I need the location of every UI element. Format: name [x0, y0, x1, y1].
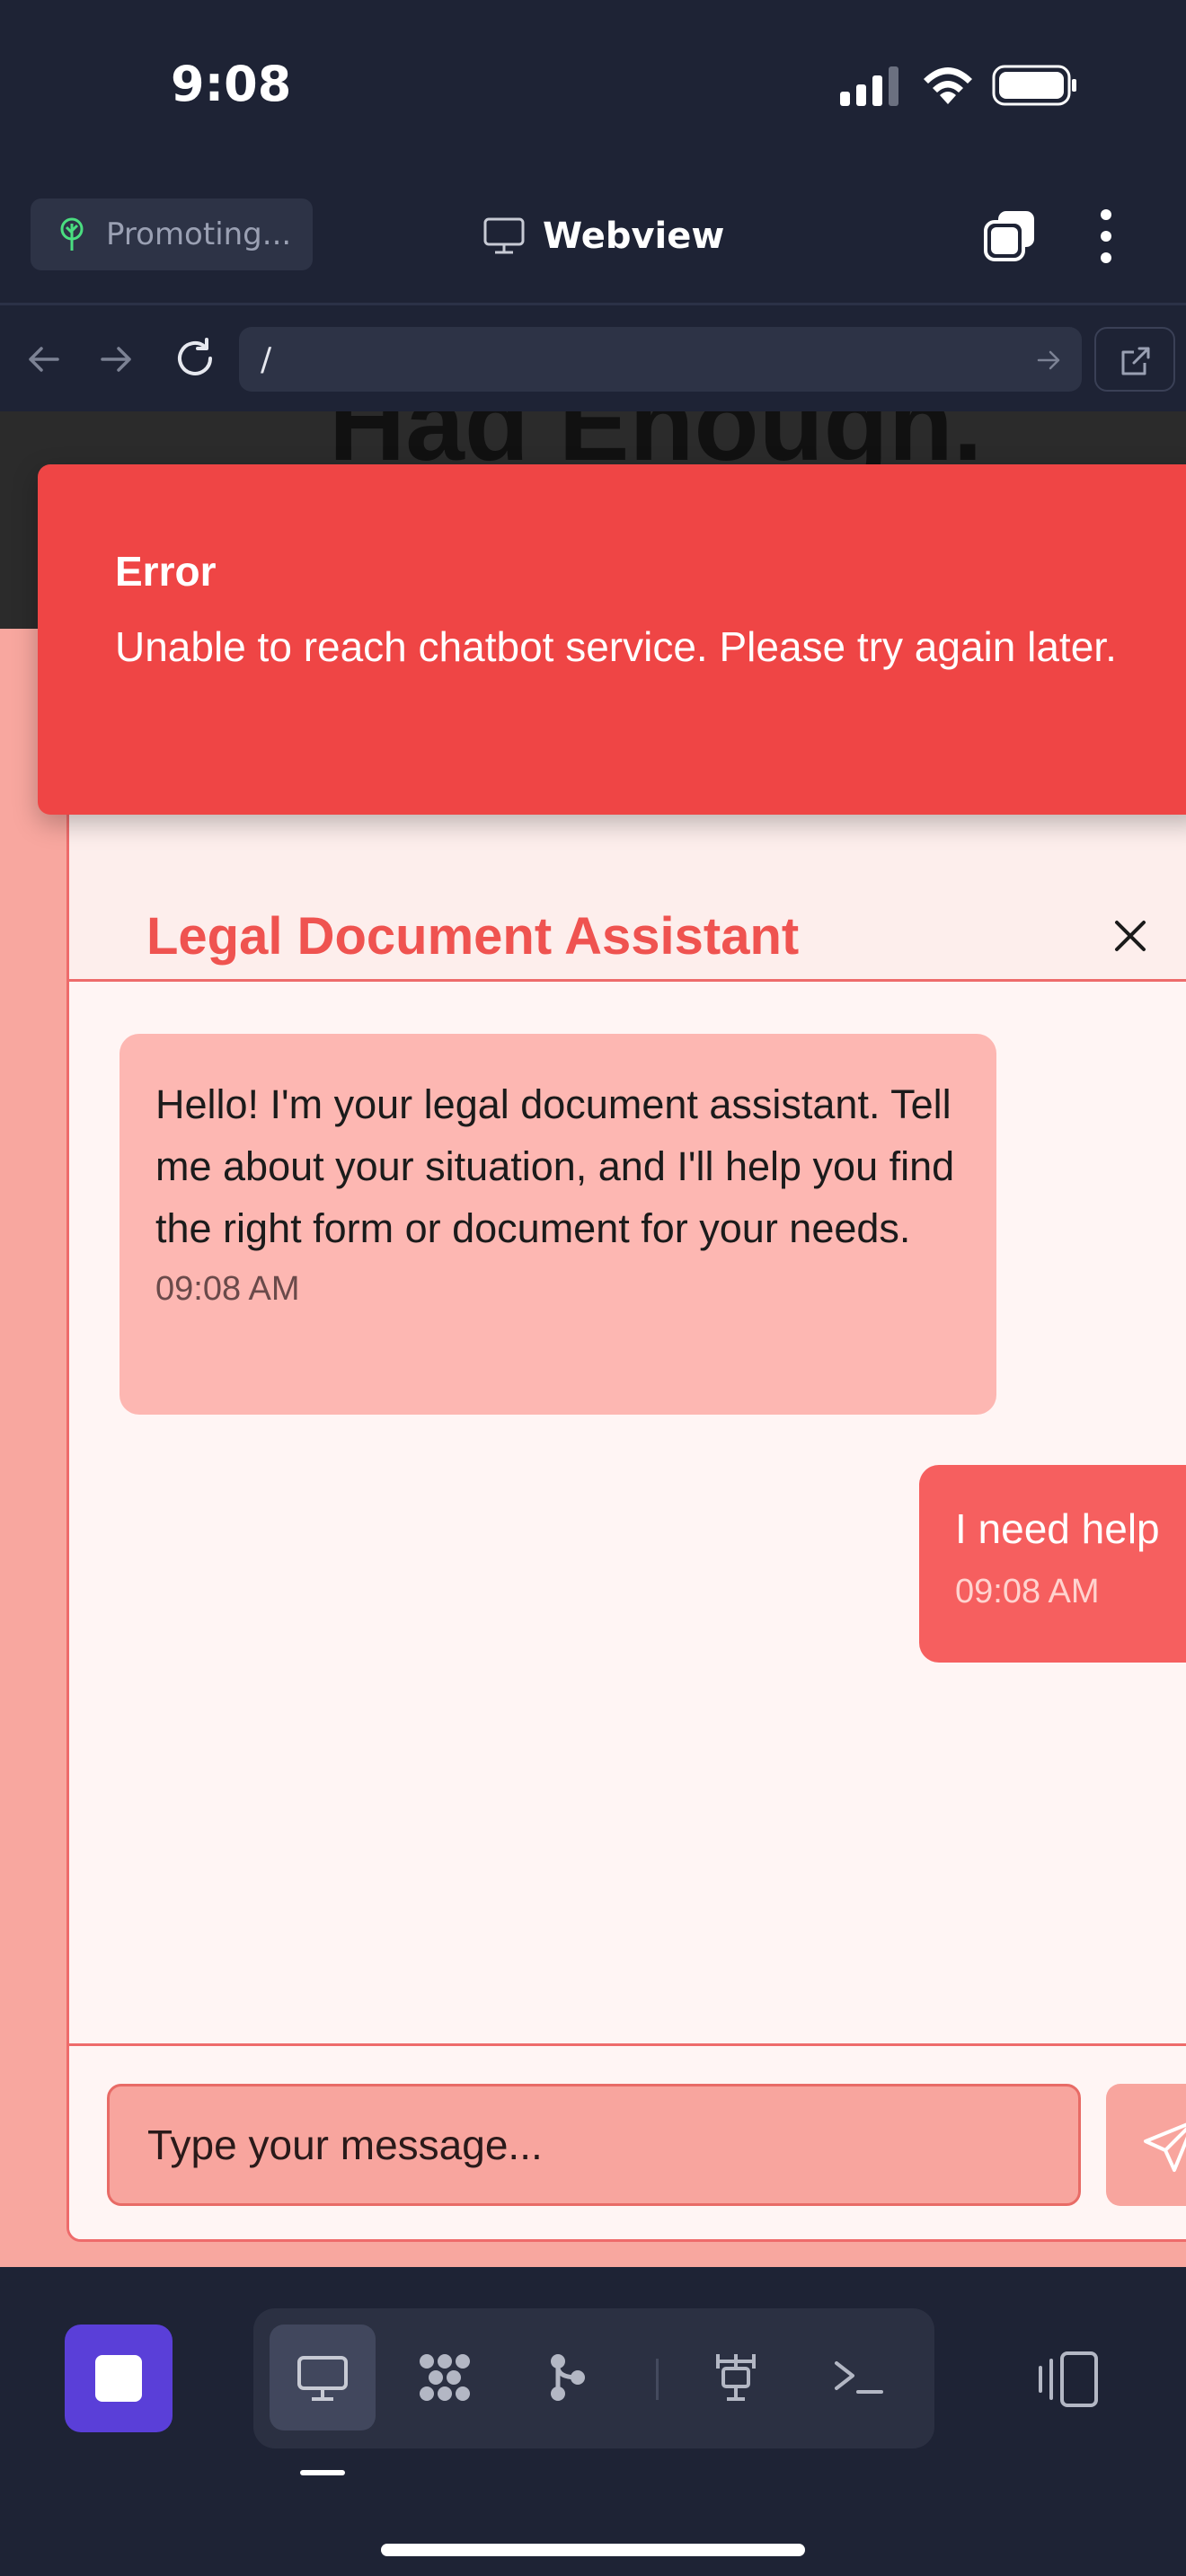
tabs-icon[interactable]: [982, 207, 1038, 263]
forward-arrow-icon[interactable]: [97, 340, 137, 379]
reload-icon[interactable]: [173, 336, 217, 381]
bot-message: Hello! I'm your legal document assistant…: [119, 1034, 996, 1415]
active-tab-indicator: [300, 2470, 345, 2475]
external-link-icon: [1121, 347, 1150, 375]
chat-panel: Legal Document Assistant Hello! I'm your…: [66, 728, 1186, 2242]
monitor-icon: [483, 217, 525, 254]
bottom-toolbar: [0, 2267, 1186, 2576]
cellular-signal-icon: [840, 66, 898, 106]
tool-divider: [656, 2359, 659, 2400]
tool-webview[interactable]: [270, 2325, 376, 2430]
extensions-icon: [420, 2354, 470, 2401]
network-icon: [716, 2354, 756, 2401]
url-input[interactable]: /: [239, 327, 1082, 392]
git-branch-icon: [551, 2354, 585, 2401]
send-icon: [1144, 2122, 1186, 2172]
open-external-button[interactable]: [1094, 327, 1175, 392]
url-bar: /: [0, 305, 1186, 411]
tool-terminal[interactable]: [805, 2325, 911, 2430]
status-time: 9:08: [171, 56, 292, 112]
go-arrow-icon[interactable]: [1035, 347, 1062, 374]
tool-group: [253, 2308, 934, 2448]
app-header: Promoting... Webview: [0, 175, 1186, 305]
webview-title: Webview: [483, 211, 724, 261]
bot-message-time: 09:08 AM: [155, 1270, 300, 1308]
webview-title-label: Webview: [543, 216, 725, 257]
url-text: /: [261, 340, 272, 378]
project-chip-label: Promoting...: [106, 216, 292, 252]
wifi-icon: [924, 67, 972, 104]
chat-input-placeholder: Type your message...: [147, 2122, 543, 2168]
tool-extensions[interactable]: [392, 2325, 498, 2430]
status-bar: 9:08: [0, 0, 1186, 175]
stop-button[interactable]: [65, 2325, 173, 2432]
back-arrow-icon[interactable]: [23, 340, 63, 379]
bot-message-text: Hello! I'm your legal document assistant…: [155, 1081, 955, 1251]
monitor-icon: [297, 2356, 348, 2401]
chat-title: Legal Document Assistant: [146, 907, 800, 966]
battery-icon: [992, 65, 1076, 106]
panels-icon[interactable]: [1033, 2348, 1102, 2411]
user-message-text: I need help: [955, 1505, 1160, 1552]
chat-input-area: Type your message...: [69, 2043, 1186, 2239]
error-title: Error: [115, 548, 217, 595]
tool-git[interactable]: [514, 2325, 620, 2430]
error-message: Unable to reach chatbot service. Please …: [115, 623, 1117, 670]
send-button[interactable]: [1106, 2084, 1186, 2206]
tree-icon: [60, 217, 84, 251]
home-indicator: [381, 2544, 805, 2556]
terminal-icon: [835, 2361, 883, 2394]
user-message: I need help 09:08 AM: [919, 1465, 1186, 1663]
error-toast: Error Unable to reach chatbot service. P…: [38, 464, 1186, 815]
chat-message-input[interactable]: Type your message...: [107, 2084, 1081, 2206]
more-options-icon[interactable]: [1090, 207, 1122, 265]
stop-icon: [95, 2355, 142, 2402]
close-icon[interactable]: [1111, 917, 1149, 955]
user-message-time: 09:08 AM: [955, 1573, 1100, 1610]
project-chip[interactable]: Promoting...: [31, 198, 313, 270]
tool-network[interactable]: [683, 2325, 789, 2430]
